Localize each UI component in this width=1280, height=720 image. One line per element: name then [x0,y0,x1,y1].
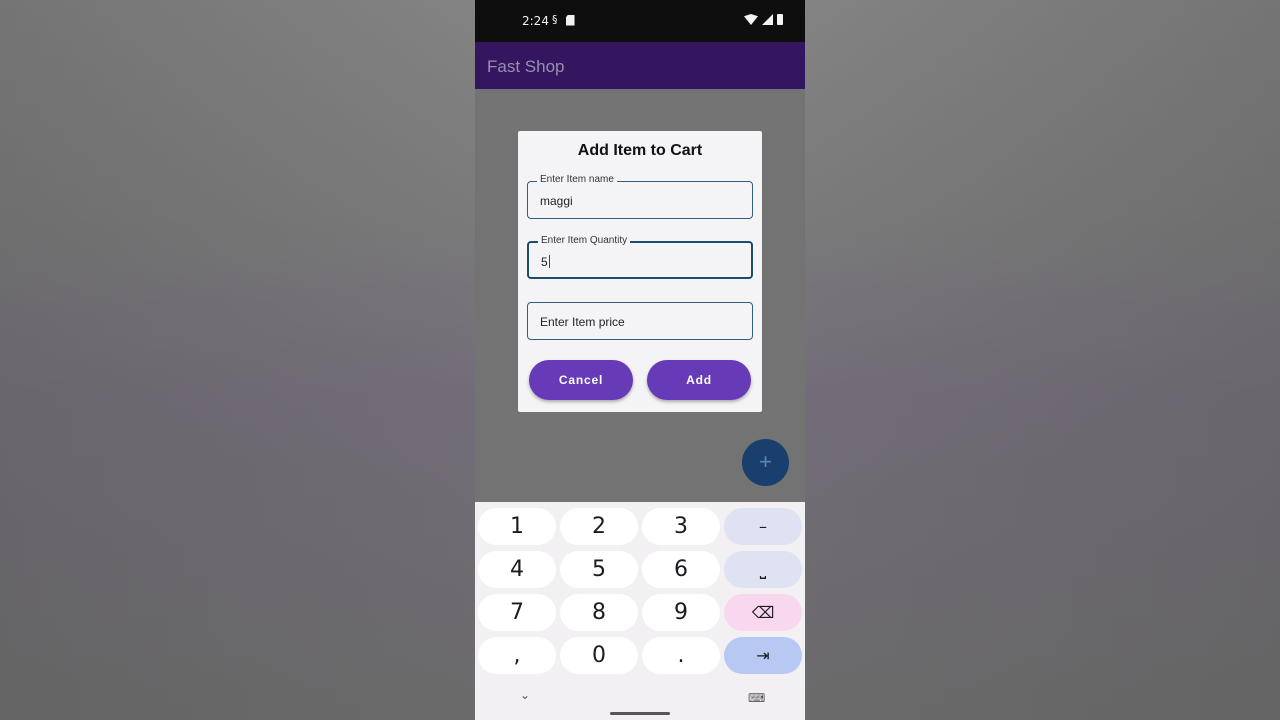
key-8[interactable]: 8 [560,594,638,631]
item-price-field[interactable]: Enter Item price [527,302,753,340]
add-item-dialog: Add Item to Cart Enter Item name maggi E… [518,131,762,412]
key-6[interactable]: 6 [642,551,720,588]
key-comma[interactable]: , [478,637,556,674]
item-quantity-value: 5 [541,255,548,269]
key-7[interactable]: 7 [478,594,556,631]
text-caret [548,255,550,268]
item-price-placeholder: Enter Item price [540,315,625,329]
item-name-label: Enter Item name [537,174,617,185]
signal-icon [762,14,773,25]
app-title: Fast Shop [487,57,565,76]
wifi-icon [744,14,758,25]
key-0[interactable]: 0 [560,637,638,674]
dialog-title: Add Item to Cart [577,142,703,159]
next-field-key[interactable]: ⇥ [724,637,802,674]
cancel-button[interactable]: Cancel [529,360,633,400]
keyboard-switch-icon[interactable]: ⌨ [748,691,765,705]
chevron-down-icon[interactable]: ⌄ [520,688,530,702]
key-4[interactable]: 4 [478,551,556,588]
key-1[interactable]: 1 [478,508,556,545]
gesture-nav-handle[interactable] [610,712,670,715]
phone-screen: 2:24 § Fast Shop + Add Item to Cart Ente… [475,0,805,720]
add-button[interactable]: Add [647,360,751,400]
item-quantity-label: Enter Item Quantity [538,235,631,246]
status-right-icons [744,14,783,25]
key-minus[interactable]: – [724,508,802,545]
status-bar: 2:24 § [475,0,805,42]
key-9[interactable]: 9 [642,594,720,631]
tab-next-icon: ⇥ [756,646,770,665]
item-quantity-field[interactable]: Enter Item Quantity 5 [527,235,753,279]
item-name-value: maggi [540,194,573,208]
backspace-key[interactable]: ⌫ [724,594,802,631]
item-quantity-value-wrap: 5 [541,255,550,269]
key-5[interactable]: 5 [560,551,638,588]
key-space[interactable]: ⎵ [724,551,802,588]
status-left-icons: § [552,13,575,27]
battery-icon [777,14,783,25]
status-time: 2:24 [522,14,549,28]
key-period[interactable]: . [642,637,720,674]
key-3[interactable]: 3 [642,508,720,545]
sim-card-icon [565,14,575,26]
numeric-keyboard: 1 2 3 – 4 5 6 ⎵ 7 8 9 ⌫ , 0 . ⇥ ⌄ ⌨ [475,502,805,720]
backspace-icon: ⌫ [751,603,775,622]
add-item-fab[interactable]: + [742,439,789,486]
plus-icon: + [759,449,772,474]
background-right [805,0,1280,720]
app-bar: Fast Shop [475,42,805,89]
background-left [0,0,475,720]
sync-icon: § [552,13,558,26]
key-2[interactable]: 2 [560,508,638,545]
item-name-field[interactable]: Enter Item name maggi [527,174,753,219]
